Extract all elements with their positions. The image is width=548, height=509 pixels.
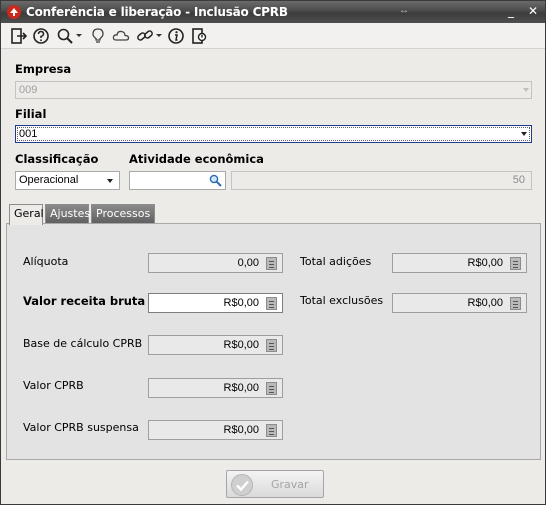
cloud-icon[interactable] — [112, 27, 130, 45]
valor-cprb-suspensa-label: Valor CPRB suspensa — [23, 421, 139, 434]
search-icon[interactable] — [209, 174, 222, 187]
logout-icon[interactable] — [190, 27, 208, 45]
link-dropdown-icon[interactable] — [156, 34, 162, 37]
atividade-description-field: 50 — [231, 171, 532, 190]
check-icon — [231, 474, 253, 496]
atividade-label: Atividade econômica — [129, 152, 264, 166]
empresa-select: 009 — [15, 81, 532, 99]
total-exclusoes-label: Total exclusões — [300, 294, 384, 307]
calculator-icon[interactable] — [266, 297, 277, 310]
minimize-button[interactable]: _ — [503, 4, 519, 19]
tab-ajustes[interactable]: Ajustes — [45, 204, 90, 224]
help-icon[interactable] — [32, 27, 50, 45]
search-icon[interactable] — [56, 27, 74, 45]
calculator-icon — [510, 297, 521, 310]
valor-cprb-suspensa-field: R$0,00 — [148, 420, 283, 440]
chevron-down-icon[interactable] — [521, 132, 527, 136]
calculator-icon — [266, 382, 277, 395]
tab-geral[interactable]: Geral — [9, 204, 44, 225]
resize-arrows-icon[interactable]: ↔ — [399, 5, 409, 16]
valor-receita-bruta-value: R$0,00 — [223, 297, 259, 309]
dialog-window: Conferência e liberação - Inclusão CPRB … — [0, 0, 546, 505]
exit-icon[interactable] — [10, 27, 28, 45]
total-exclusoes-field: R$0,00 — [392, 293, 527, 313]
filial-label: Filial — [15, 107, 47, 121]
base-calculo-label: Base de cálculo CPRB — [23, 337, 143, 350]
empresa-label: Empresa — [15, 62, 72, 76]
calculator-icon — [510, 257, 521, 270]
base-calculo-value: R$0,00 — [223, 339, 259, 351]
filial-select[interactable]: 001 — [15, 125, 532, 143]
calculator-icon — [266, 424, 277, 437]
total-adicoes-value: R$0,00 — [467, 257, 503, 269]
total-adicoes-label: Total adições — [300, 255, 372, 268]
empresa-value: 009 — [19, 84, 38, 96]
chevron-down-icon[interactable] — [107, 179, 113, 183]
total-exclusoes-value: R$0,00 — [467, 297, 503, 309]
lightbulb-icon[interactable] — [89, 27, 107, 45]
app-logo-icon — [7, 5, 21, 19]
atividade-description-value: 50 — [512, 174, 525, 186]
window-title: Conferência e liberação - Inclusão CPRB — [26, 5, 288, 19]
filial-value: 001 — [19, 128, 38, 140]
atividade-code-input[interactable] — [129, 171, 226, 190]
valor-cprb-field: R$0,00 — [148, 378, 283, 398]
calculator-icon — [266, 339, 277, 352]
link-icon[interactable] — [136, 27, 154, 45]
info-icon[interactable] — [167, 27, 185, 45]
aliquota-value: 0,00 — [237, 257, 259, 269]
toolbar — [1, 23, 545, 49]
gravar-button[interactable]: Gravar — [226, 470, 324, 498]
aliquota-field: 0,00 — [148, 253, 283, 273]
calculator-icon — [266, 257, 277, 270]
classificacao-select[interactable]: Operacional — [15, 171, 120, 190]
valor-cprb-label: Valor CPRB — [23, 379, 84, 392]
valor-cprb-value: R$0,00 — [223, 382, 259, 394]
tab-processos[interactable]: Processos — [91, 204, 155, 224]
valor-receita-bruta-input[interactable]: R$0,00 — [148, 293, 283, 313]
valor-cprb-suspensa-value: R$0,00 — [223, 424, 259, 436]
valor-receita-bruta-label: Valor receita bruta — [23, 294, 146, 308]
geral-panel: Alíquota 0,00 Valor receita bruta R$0,00… — [6, 223, 541, 460]
classificacao-value: Operacional — [19, 174, 79, 186]
chevron-down-icon — [523, 88, 529, 92]
close-button[interactable]: ✕ — [525, 4, 541, 19]
gravar-label: Gravar — [271, 478, 309, 491]
title-bar[interactable]: Conferência e liberação - Inclusão CPRB … — [1, 1, 545, 23]
aliquota-label: Alíquota — [23, 255, 69, 268]
classificacao-label: Classificação — [15, 152, 99, 166]
base-calculo-field: R$0,00 — [148, 335, 283, 355]
total-adicoes-field: R$0,00 — [392, 253, 527, 273]
search-dropdown-icon[interactable] — [76, 34, 82, 37]
